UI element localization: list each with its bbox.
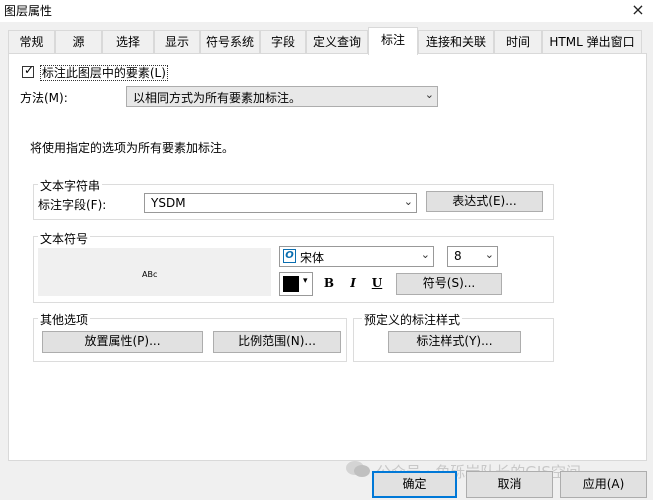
close-icon[interactable]: × [629,0,647,19]
text-symbol-title: 文本符号 [38,230,91,247]
placement-properties-button[interactable]: 放置属性(P)... [42,331,203,353]
info-text: 将使用指定的选项为所有要素加标注。 [30,141,235,155]
text-string-title: 文本字符串 [38,177,103,194]
color-swatch [283,276,299,292]
font-type-icon: O [283,249,296,263]
apply-button[interactable]: 应用(A) [560,471,647,498]
tab-time[interactable]: 时间 [494,30,542,54]
tab-fields[interactable]: 字段 [260,30,306,54]
expression-button[interactable]: 表达式(E)... [426,191,543,212]
font-size-select[interactable]: 8 ⌄ [447,246,498,267]
cancel-button[interactable]: 取消 [466,471,553,498]
method-select[interactable]: 以相同方式为所有要素加标注。 ⌄ [126,86,438,107]
tab-display[interactable]: 显示 [154,30,200,54]
caret-down-icon: ▾ [303,276,308,286]
check-icon: ✓ [24,63,35,77]
method-label: 方法(M): [20,91,68,105]
bold-button[interactable]: B [320,276,338,290]
tab-joins-relates[interactable]: 连接和关联 [418,30,494,54]
checkbox-box[interactable]: ✓ [22,63,35,78]
color-picker[interactable]: ▾ [279,272,313,296]
other-options-title: 其他选项 [38,311,91,328]
font-size-value: 8 [454,249,462,263]
window-title: 图层属性 [4,4,53,18]
tab-symbology[interactable]: 符号系统 [200,30,260,54]
label-features-checkbox[interactable]: ✓ 标注此图层中的要素(L) [22,63,168,82]
label-features-label: 标注此图层中的要素(L) [39,65,168,81]
tab-labels[interactable]: 标注 [368,27,418,55]
tab-source[interactable]: 源 [55,30,102,54]
font-value: 宋体 [300,251,325,265]
symbol-preview: ABc [38,248,271,296]
scale-range-button[interactable]: 比例范围(N)... [213,331,341,353]
method-value: 以相同方式为所有要素加标注。 [133,91,302,105]
label-styles-button[interactable]: 标注样式(Y)... [388,331,521,353]
tab-general[interactable]: 常规 [8,30,55,54]
chevron-down-icon: ⌄ [424,88,434,101]
ok-button[interactable]: 确定 [372,471,457,498]
wechat-icon [345,460,371,478]
tab-selection[interactable]: 选择 [102,30,154,54]
tab-definition-query[interactable]: 定义查询 [306,30,368,54]
symbol-button[interactable]: 符号(S)... [396,273,502,295]
tab-html-popup[interactable]: HTML 弹出窗口 [542,30,642,54]
label-field-select[interactable]: YSDM ⌄ [144,193,417,213]
predefined-styles-title: 预定义的标注样式 [362,311,463,328]
underline-button[interactable]: U [368,276,386,290]
symbol-preview-text: ABc [142,270,158,279]
chevron-down-icon: ⌄ [484,248,494,261]
font-select[interactable]: O 宋体 ⌄ [279,246,434,267]
chevron-down-icon: ⌄ [420,248,430,261]
label-field-label: 标注字段(F): [38,198,107,212]
italic-button[interactable]: I [344,276,362,290]
chevron-down-icon: ⌄ [403,195,413,208]
title-bar: 图层属性 × [0,0,653,22]
label-field-value: YSDM [151,196,186,210]
